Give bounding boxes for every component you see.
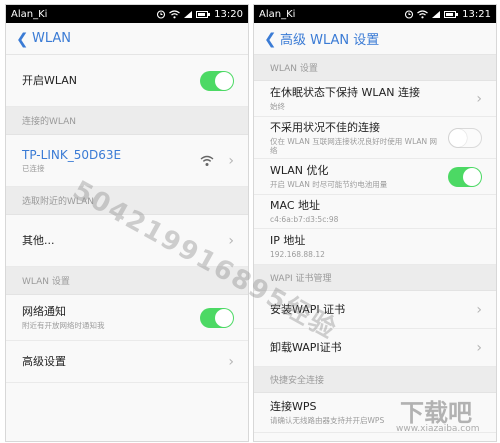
- keep-connected-label: 在休眠状态下保持 WLAN 连接: [270, 86, 421, 99]
- section-connected: 连接的WLAN: [6, 107, 248, 135]
- avoid-poor-sub: 仅在 WLAN 互联网连接状况良好时使用 WLAN 网络: [270, 136, 438, 155]
- wifi-signal-icon: [200, 155, 214, 166]
- page-title: 高级 WLAN 设置: [280, 33, 380, 48]
- wifi-status-icon: [169, 9, 181, 18]
- keep-connected-sub: 始终: [270, 102, 285, 111]
- wifi-status-icon: [417, 9, 429, 18]
- chevron-right-icon: ›: [228, 232, 234, 249]
- network-notify-label: 网络通知: [22, 305, 66, 318]
- title-bar: ❮ WLAN: [6, 23, 248, 55]
- chevron-right-icon: ›: [476, 301, 482, 318]
- chevron-right-icon: ›: [228, 353, 234, 370]
- section-settings: WLAN 设置: [6, 267, 248, 295]
- chevron-right-icon: ›: [476, 339, 482, 356]
- avoid-poor-row[interactable]: 不采用状况不佳的连接 仅在 WLAN 互联网连接状况良好时使用 WLAN 网络: [254, 117, 496, 159]
- chevron-right-icon: ›: [476, 90, 482, 107]
- page-title: WLAN: [32, 31, 72, 46]
- battery-icon: [444, 10, 459, 18]
- avoid-poor-label: 不采用状况不佳的连接: [270, 120, 380, 134]
- wps-sub: 请确认无线路由器支持并开启WPS: [270, 416, 385, 425]
- section-quick: 快捷安全连接: [254, 367, 496, 393]
- uninstall-cert-row[interactable]: 卸载WAPI证书 ›: [254, 329, 496, 367]
- avoid-poor-toggle[interactable]: [448, 127, 482, 148]
- wlan-switch-row[interactable]: 开启WLAN: [6, 55, 248, 107]
- section-wapi: WAPI 证书管理: [254, 265, 496, 291]
- title-bar: ❮ 高级 WLAN 设置: [254, 23, 496, 55]
- signal-icon: [184, 10, 193, 18]
- battery-icon: [196, 10, 211, 18]
- back-icon[interactable]: ❮: [264, 30, 277, 48]
- chevron-right-icon: ›: [228, 152, 234, 169]
- section-nearby: 选取附近的WLAN: [6, 187, 248, 215]
- clock: 13:20: [214, 8, 243, 20]
- network-ssid: TP-LINK_50D63E: [22, 148, 122, 162]
- other-label: 其他...: [22, 233, 55, 247]
- uninstall-cert-label: 卸载WAPI证书: [270, 340, 342, 354]
- mac-value: c4:6a:b7:d3:5c:98: [270, 215, 339, 224]
- advanced-label: 高级设置: [22, 354, 66, 368]
- mac-row: MAC 地址 c4:6a:b7:d3:5c:98: [254, 195, 496, 229]
- left-screen: Alan_Ki 13:20 ❮ WLAN 开启WLAN 连接的WLAN TP-L…: [5, 4, 249, 442]
- right-screen: Alan_Ki 13:21 ❮ 高级 WLAN 设置 WLAN 设置 在休眠状态…: [253, 4, 497, 442]
- status-bar: Alan_Ki 13:20: [6, 5, 248, 23]
- connected-network-row[interactable]: TP-LINK_50D63E 已连接 ›: [6, 135, 248, 187]
- optimize-row[interactable]: WLAN 优化 开启 WLAN 时尽可能节约电池用量: [254, 159, 496, 195]
- install-cert-row[interactable]: 安装WAPI 证书 ›: [254, 291, 496, 329]
- wps-row[interactable]: 连接WPS 请确认无线路由器支持并开启WPS: [254, 393, 496, 433]
- status-bar: Alan_Ki 13:21: [254, 5, 496, 23]
- carrier-label: Alan_Ki: [11, 8, 48, 20]
- clock: 13:21: [462, 8, 491, 20]
- network-notify-sub: 附近有开放网络时通知我: [22, 321, 105, 330]
- carrier-label: Alan_Ki: [259, 8, 296, 20]
- wlan-toggle[interactable]: [200, 70, 234, 91]
- ip-value: 192.168.88.12: [270, 250, 325, 259]
- wps-label: 连接WPS: [270, 400, 317, 413]
- optimize-label: WLAN 优化: [270, 164, 329, 177]
- network-notify-toggle[interactable]: [200, 307, 234, 328]
- install-cert-label: 安装WAPI 证书: [270, 302, 346, 316]
- optimize-toggle[interactable]: [448, 166, 482, 187]
- keep-connected-row[interactable]: 在休眠状态下保持 WLAN 连接 始终 ›: [254, 81, 496, 117]
- advanced-settings-row[interactable]: 高级设置 ›: [6, 341, 248, 383]
- ip-row: IP 地址 192.168.88.12: [254, 229, 496, 265]
- ip-label: IP 地址: [270, 234, 306, 247]
- network-notify-row[interactable]: 网络通知 附近有开放网络时通知我: [6, 295, 248, 341]
- other-network-row[interactable]: 其他... ›: [6, 215, 248, 267]
- signal-icon: [432, 10, 441, 18]
- back-icon[interactable]: ❮: [16, 30, 29, 48]
- alarm-icon: [405, 10, 414, 19]
- mac-label: MAC 地址: [270, 199, 320, 212]
- section-wlan: WLAN 设置: [254, 55, 496, 81]
- alarm-icon: [157, 10, 166, 19]
- optimize-sub: 开启 WLAN 时尽可能节约电池用量: [270, 180, 388, 189]
- network-status: 已连接: [22, 164, 45, 173]
- wlan-switch-label: 开启WLAN: [22, 73, 78, 87]
